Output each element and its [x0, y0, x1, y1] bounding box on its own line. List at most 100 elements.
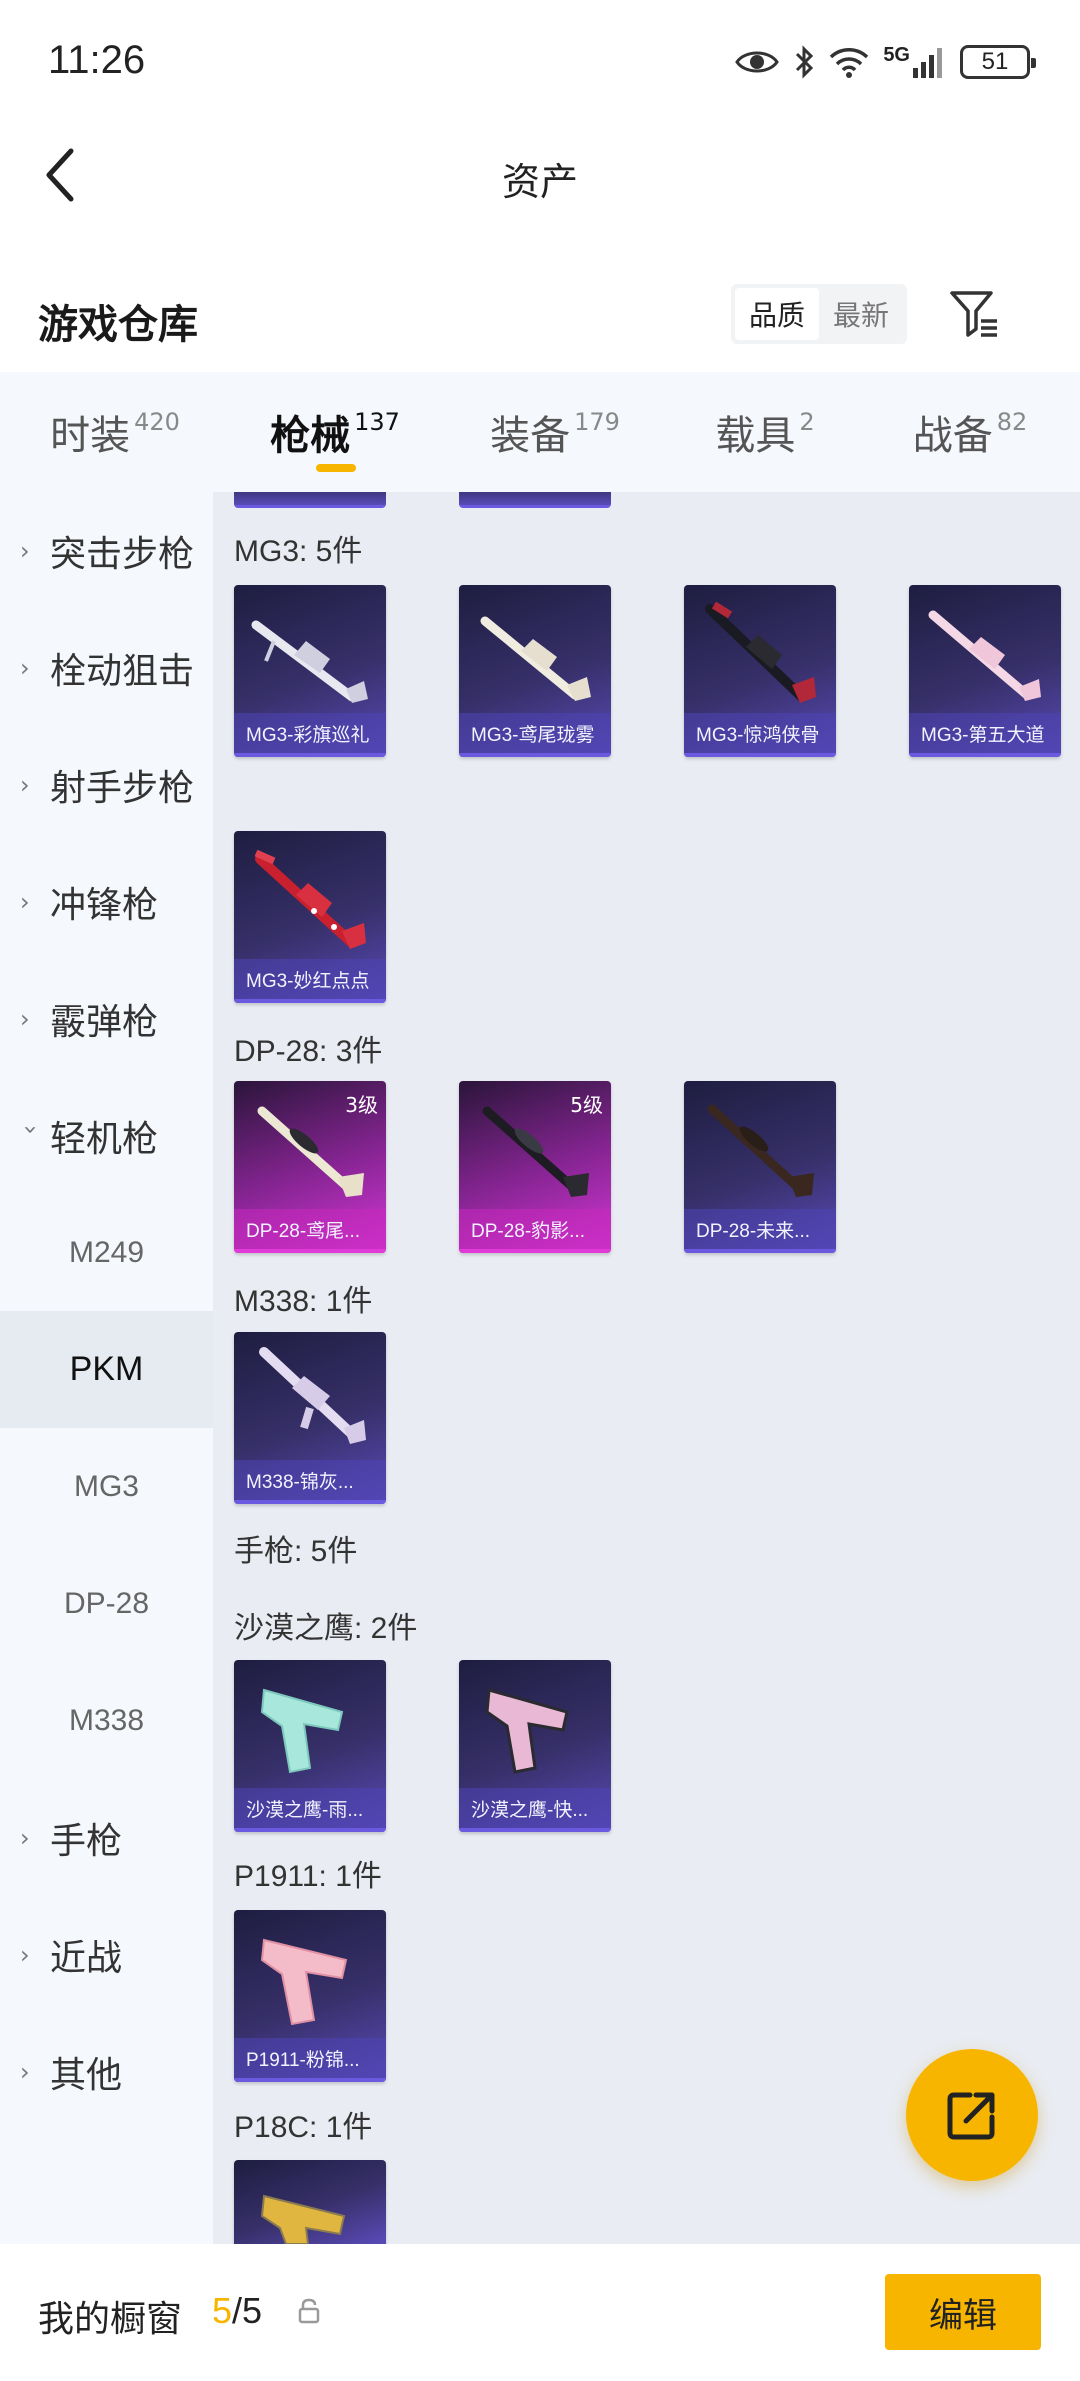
filter-button[interactable] — [945, 284, 1005, 344]
weapon-card[interactable]: MG3-彩旗巡礼 — [234, 585, 386, 757]
showcase-current: 5 — [212, 2290, 233, 2331]
sidebar-item-shotgun[interactable]: › 霰弹枪 — [0, 960, 213, 1077]
weapon-card[interactable]: MG3-惊鸿侠骨 — [684, 585, 836, 757]
weapon-name: M338-锦灰... — [234, 1460, 386, 1504]
weapon-card-partial[interactable] — [234, 492, 386, 508]
edit-button[interactable]: 编辑 — [885, 2274, 1041, 2350]
chevron-right-icon: › — [20, 887, 30, 916]
sidebar-item-marksman[interactable]: › 射手步枪 — [0, 726, 213, 843]
sort-latest-option[interactable]: 最新 — [819, 288, 903, 340]
weapon-name: 沙漠之鹰-快... — [459, 1788, 611, 1832]
chevron-down-icon: › — [17, 1124, 45, 1135]
chevron-right-icon: › — [20, 1823, 30, 1852]
weapon-name: 沙漠之鹰-雨... — [234, 1788, 386, 1832]
sidebar-item-label: 栓动狙击 — [50, 650, 195, 692]
weapon-name: P1911-粉锦... — [234, 2038, 386, 2082]
chevron-right-icon: › — [20, 536, 30, 565]
share-icon — [947, 2092, 995, 2140]
weapon-level: 3级 — [345, 1093, 378, 1117]
weapon-card[interactable]: MG3-第五大道 — [909, 585, 1061, 757]
sidebar-item-smg[interactable]: › 冲锋枪 — [0, 843, 213, 960]
weapon-card[interactable]: DP-28-未来... — [684, 1081, 836, 1253]
weapon-card[interactable]: MG3-鸢尾珑雾 — [459, 585, 611, 757]
weapon-card[interactable]: M338-锦灰... — [234, 1332, 386, 1504]
warehouse-title: 游戏仓库 — [38, 302, 198, 348]
tab-vehicles[interactable]: 载具 2 — [680, 372, 850, 492]
wifi-icon — [830, 48, 869, 78]
weapon-card[interactable]: 沙漠之鹰-快... — [459, 1660, 611, 1832]
weapon-card[interactable]: 3级 DP-28-鸢尾... — [234, 1081, 386, 1253]
sidebar-item-pistol[interactable]: › 手枪 — [0, 1779, 213, 1896]
weapon-card[interactable]: P1911-粉锦... — [234, 1910, 386, 2082]
section-title-p18c: P18C: 1件 — [234, 2111, 373, 2144]
tab-count: 179 — [574, 408, 620, 436]
tab-label: 装备 — [490, 413, 571, 459]
weapon-name: DP-28-鸢尾... — [234, 1209, 386, 1253]
pistol-icon — [485, 1688, 569, 1774]
chevron-right-icon: › — [20, 1940, 30, 1969]
weapon-card-partial[interactable] — [234, 2160, 386, 2244]
tab-equipment[interactable]: 装备 179 — [460, 372, 650, 492]
warehouse-header: 游戏仓库 品质 最新 — [0, 270, 1080, 370]
chevron-right-icon: › — [20, 1004, 30, 1033]
status-bar: 11:26 5G 51 — [0, 0, 1080, 125]
weapon-card[interactable]: 沙漠之鹰-雨... — [234, 1660, 386, 1832]
tab-count: 82 — [996, 408, 1028, 436]
sidebar-sub-mg3[interactable]: MG3 — [0, 1428, 213, 1545]
sidebar-item-assault-rifle[interactable]: › 突击步枪 — [0, 492, 213, 609]
section-title-pistol: 手枪: 5件 — [234, 1535, 358, 1568]
battery-indicator: 51 — [960, 45, 1036, 79]
sidebar-sub-m338[interactable]: M338 — [0, 1662, 213, 1779]
weapon-name: DP-28-未来... — [684, 1209, 836, 1253]
rifle-icon — [251, 620, 368, 703]
lock-icon — [298, 2298, 320, 2324]
sidebar-sub-dp28[interactable]: DP-28 — [0, 1545, 213, 1662]
sort-toggle: 品质 最新 — [731, 284, 907, 344]
weapon-name: MG3-彩旗巡礼 — [234, 713, 386, 757]
status-time: 11:26 — [48, 38, 146, 82]
weapon-type-sidebar: › 突击步枪 › 栓动狙击 › 射手步枪 › 冲锋枪 › 霰弹枪 › 轻机枪 M249 PK… — [0, 492, 213, 2244]
sidebar-item-lmg[interactable]: › 轻机枪 — [0, 1077, 213, 1194]
weapon-name: MG3-鸢尾珑雾 — [459, 713, 611, 757]
title-bar: 资产 — [0, 125, 1080, 225]
weapon-card[interactable]: MG3-妙红点点 — [234, 831, 386, 1003]
sidebar-item-label: 冲锋枪 — [50, 884, 159, 926]
tab-count: 137 — [354, 408, 400, 436]
weapon-grid: MG3: 5件 MG3-彩旗巡礼 MG3-鸢尾珑雾 MG3-惊鸿侠骨 MG3-第… — [213, 492, 1080, 2244]
tab-firearms[interactable]: 枪械 137 — [240, 372, 430, 492]
tab-count: 420 — [134, 408, 180, 436]
sort-quality-option[interactable]: 品质 — [735, 288, 819, 340]
weapon-name: DP-28-豹影... — [459, 1209, 611, 1253]
showcase-label: 我的橱窗 — [38, 2299, 183, 2340]
sidebar-item-other[interactable]: › 其他 — [0, 2013, 213, 2130]
status-icons: 5G 51 — [735, 40, 1036, 84]
chevron-right-icon: › — [20, 770, 30, 799]
section-title-mg3: MG3: 5件 — [234, 535, 363, 568]
weapon-name: MG3-惊鸿侠骨 — [684, 713, 836, 757]
category-tabs: 时装 420 枪械 137 装备 179 载具 2 战备 82 — [0, 372, 1080, 492]
tab-label: 时装 — [50, 413, 131, 459]
sidebar-item-melee[interactable]: › 近战 — [0, 1896, 213, 2013]
weapon-card[interactable]: 5级 DP-28-豹影... — [459, 1081, 611, 1253]
tab-label: 载具 — [715, 413, 796, 459]
sidebar-item-bolt-sniper[interactable]: › 栓动狙击 — [0, 609, 213, 726]
showcase-total: /5 — [232, 2290, 263, 2331]
tab-supplies[interactable]: 战备 82 — [870, 372, 1070, 492]
eye-icon — [735, 51, 780, 73]
battery-level: 51 — [981, 48, 1009, 75]
sidebar-sub-pkm[interactable]: PKM — [0, 1311, 213, 1428]
weapon-card-partial[interactable] — [459, 492, 611, 508]
active-tab-indicator — [316, 464, 356, 472]
sidebar-item-label: 轻机枪 — [50, 1118, 159, 1160]
page-title: 资产 — [501, 160, 578, 204]
tab-outfits[interactable]: 时装 420 — [20, 372, 210, 492]
share-button[interactable] — [906, 2049, 1038, 2181]
sidebar-sub-m249[interactable]: M249 — [0, 1194, 213, 1311]
rifle-icon — [705, 601, 816, 703]
section-title-deagle: 沙漠之鹰: 2件 — [234, 1612, 418, 1645]
chevron-right-icon: › — [20, 653, 30, 682]
sidebar-item-label: 近战 — [50, 1937, 123, 1979]
pistol-icon — [260, 2194, 346, 2244]
rifle-icon — [707, 1104, 814, 1197]
sidebar-item-label: 射手步枪 — [50, 767, 195, 809]
